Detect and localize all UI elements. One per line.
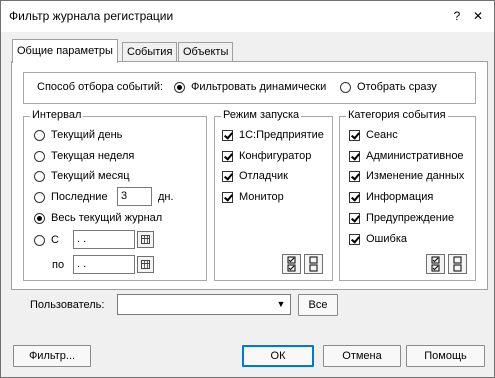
radio-label: Весь текущий журнал bbox=[51, 212, 163, 224]
radio-button[interactable] bbox=[34, 191, 45, 203]
launch-mode-group-title: Режим запуска bbox=[221, 109, 302, 121]
checkbox[interactable] bbox=[349, 170, 360, 182]
checkbox-label: 1С:Предприятие bbox=[239, 129, 324, 141]
radio-button[interactable] bbox=[34, 212, 45, 224]
help-icon[interactable]: ? bbox=[448, 8, 466, 25]
tab-objects[interactable]: Объекты bbox=[178, 42, 234, 62]
help-button[interactable]: Помощь bbox=[406, 345, 485, 367]
radio-select-now[interactable]: Отобрать сразу bbox=[340, 81, 437, 93]
checkbox-label: Монитор bbox=[239, 191, 284, 203]
radio-label: Текущая неделя bbox=[51, 150, 135, 162]
radio-from-date[interactable]: С bbox=[34, 234, 59, 246]
radio-current-day[interactable]: Текущий день bbox=[34, 129, 122, 141]
radio-button[interactable] bbox=[34, 170, 45, 182]
check-data-change[interactable]: Изменение данных bbox=[349, 170, 464, 182]
selection-method-label: Способ отбора событий: bbox=[37, 81, 164, 93]
interval-group: Интервал Текущий день Текущая неделя Тек… bbox=[23, 109, 207, 281]
radio-current-week[interactable]: Текущая неделя bbox=[34, 150, 134, 162]
checkbox[interactable] bbox=[349, 191, 360, 203]
radio-label: Текущий день bbox=[51, 129, 123, 141]
user-select[interactable] bbox=[117, 294, 291, 315]
check-information[interactable]: Информация bbox=[349, 191, 433, 203]
radio-current-month[interactable]: Текущий месяц bbox=[34, 170, 130, 182]
calendar-icon[interactable] bbox=[137, 256, 154, 273]
chevron-down-icon[interactable]: ▼ bbox=[273, 296, 289, 313]
filter-dialog: Фильтр журнала регистрации ? ✕ Общие пар… bbox=[0, 0, 495, 378]
checkbox[interactable] bbox=[222, 129, 233, 141]
check-debugger[interactable]: Отладчик bbox=[222, 170, 288, 182]
radio-button[interactable] bbox=[34, 150, 45, 162]
window-title: Фильтр журнала регистрации bbox=[9, 9, 174, 23]
tab-general[interactable]: Общие параметры bbox=[12, 39, 118, 63]
radio-button[interactable] bbox=[340, 81, 351, 93]
last-days-input[interactable]: 3 bbox=[117, 187, 152, 206]
radio-label: С bbox=[51, 234, 59, 246]
check-session[interactable]: Сеанс bbox=[349, 129, 398, 141]
all-users-button[interactable]: Все bbox=[298, 294, 338, 316]
radio-label: Отобрать сразу bbox=[357, 81, 437, 93]
radio-whole-log[interactable]: Весь текущий журнал bbox=[34, 212, 162, 224]
radio-label: Фильтровать динамически bbox=[191, 81, 327, 93]
radio-button[interactable] bbox=[34, 129, 45, 141]
radio-label: Текущий месяц bbox=[51, 170, 130, 182]
title-bar: Фильтр журнала регистрации ? ✕ bbox=[1, 1, 494, 32]
to-date-label: по bbox=[52, 259, 65, 271]
radio-last-days[interactable]: Последние bbox=[34, 191, 108, 203]
calendar-icon[interactable] bbox=[137, 231, 154, 248]
checkbox[interactable] bbox=[349, 212, 360, 224]
uncheck-all-icon[interactable] bbox=[304, 254, 323, 274]
check-monitor[interactable]: Монитор bbox=[222, 191, 284, 203]
checkbox[interactable] bbox=[349, 150, 360, 162]
check-administrative[interactable]: Административное bbox=[349, 150, 464, 162]
event-category-group-title: Категория события bbox=[346, 109, 448, 121]
checkbox-label: Административное bbox=[366, 150, 464, 162]
uncheck-all-icon[interactable] bbox=[448, 254, 467, 274]
check-all-icon[interactable] bbox=[426, 254, 445, 274]
event-category-group: Категория события Сеанс Административное… bbox=[339, 109, 476, 281]
cancel-button[interactable]: Отмена bbox=[323, 345, 401, 367]
checkbox-label: Отладчик bbox=[239, 170, 288, 182]
selection-method-box: Способ отбора событий: Фильтровать динам… bbox=[23, 72, 476, 104]
checkbox-label: Изменение данных bbox=[366, 170, 465, 182]
from-date-input[interactable]: . . bbox=[73, 230, 135, 249]
checkbox-label: Предупреждение bbox=[366, 212, 455, 224]
checkbox[interactable] bbox=[349, 129, 360, 141]
check-configurator[interactable]: Конфигуратор bbox=[222, 150, 311, 162]
tab-panel-general: Способ отбора событий: Фильтровать динам… bbox=[11, 61, 488, 290]
radio-button[interactable] bbox=[174, 81, 185, 93]
radio-label: Последние bbox=[51, 191, 108, 203]
filter-button[interactable]: Фильтр... bbox=[13, 345, 91, 367]
user-label: Пользователь: bbox=[30, 299, 105, 311]
checkbox-label: Ошибка bbox=[366, 233, 407, 245]
check-enterprise[interactable]: 1С:Предприятие bbox=[222, 129, 324, 141]
check-error[interactable]: Ошибка bbox=[349, 233, 407, 245]
checkbox[interactable] bbox=[222, 170, 233, 182]
checkbox[interactable] bbox=[222, 191, 233, 203]
radio-button[interactable] bbox=[34, 234, 45, 246]
checkbox-label: Конфигуратор bbox=[239, 150, 312, 162]
check-all-icon[interactable] bbox=[282, 254, 301, 274]
checkbox-label: Информация bbox=[366, 191, 434, 203]
launch-mode-group: Режим запуска 1С:Предприятие Конфигурато… bbox=[214, 109, 333, 281]
checkbox[interactable] bbox=[222, 150, 233, 162]
checkbox[interactable] bbox=[349, 233, 360, 245]
check-warning[interactable]: Предупреждение bbox=[349, 212, 454, 224]
interval-group-title: Интервал bbox=[30, 109, 84, 121]
tab-events[interactable]: События bbox=[122, 42, 178, 62]
close-icon[interactable]: ✕ bbox=[469, 8, 487, 25]
checkbox-label: Сеанс bbox=[366, 129, 398, 141]
to-date-input[interactable]: . . bbox=[73, 255, 135, 274]
ok-button[interactable]: ОК bbox=[242, 345, 314, 367]
radio-dynamic-filter[interactable]: Фильтровать динамически bbox=[174, 81, 326, 93]
days-unit-label: дн. bbox=[158, 191, 174, 203]
